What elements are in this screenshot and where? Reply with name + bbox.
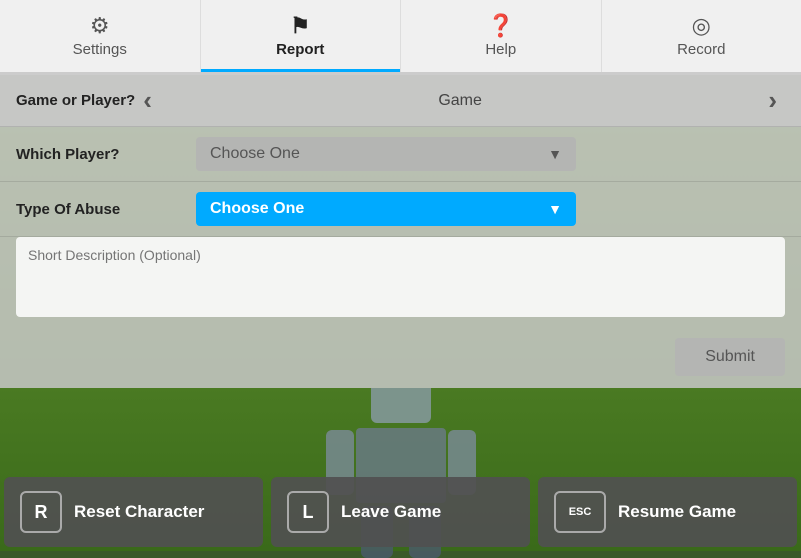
report-label: Report bbox=[276, 41, 324, 58]
help-label: Help bbox=[485, 41, 516, 58]
leave-key-label: L bbox=[303, 502, 314, 523]
bottom-bar: R Reset Character L Leave Game ESC Resum… bbox=[0, 473, 801, 551]
type-of-abuse-control: Choose One ▼ bbox=[196, 192, 785, 226]
game-or-player-row: Game or Player? ‹ Game › bbox=[0, 75, 801, 127]
which-player-label: Which Player? bbox=[16, 146, 196, 163]
resume-key-badge: ESC bbox=[554, 491, 606, 533]
type-of-abuse-row: Type Of Abuse Choose One ▼ bbox=[0, 182, 801, 237]
which-player-control: Choose One ▼ bbox=[196, 137, 785, 171]
reset-key-badge: R bbox=[20, 491, 62, 533]
help-icon: ❓ bbox=[487, 15, 514, 37]
which-player-row: Which Player? Choose One ▼ bbox=[0, 127, 801, 182]
flag-icon: ⚑ bbox=[290, 15, 310, 37]
game-player-selector: ‹ Game › bbox=[135, 85, 785, 116]
reset-character-label: Reset Character bbox=[74, 502, 204, 522]
settings-label: Settings bbox=[73, 41, 127, 58]
record-icon: ◎ bbox=[692, 15, 711, 37]
type-of-abuse-label: Type Of Abuse bbox=[16, 201, 196, 218]
resume-game-button[interactable]: ESC Resume Game bbox=[538, 477, 797, 547]
topbar-item-report[interactable]: ⚑ Report bbox=[201, 0, 402, 72]
type-of-abuse-dropdown-label: Choose One bbox=[210, 200, 304, 218]
submit-wrap: Submit bbox=[0, 332, 801, 388]
topbar-item-record[interactable]: ◎ Record bbox=[602, 0, 801, 72]
type-of-abuse-dropdown[interactable]: Choose One ▼ bbox=[196, 192, 576, 226]
topbar-item-settings[interactable]: ⚙ Settings bbox=[0, 0, 201, 72]
submit-label: Submit bbox=[705, 348, 755, 365]
resume-key-label: ESC bbox=[569, 506, 592, 518]
leave-game-label: Leave Game bbox=[341, 502, 441, 522]
dropdown-arrow-icon: ▼ bbox=[548, 146, 562, 162]
gear-icon: ⚙ bbox=[90, 15, 110, 37]
leave-game-button[interactable]: L Leave Game bbox=[271, 477, 530, 547]
resume-game-label: Resume Game bbox=[618, 502, 736, 522]
topbar: ⚙ Settings ⚑ Report ❓ Help ◎ Record bbox=[0, 0, 801, 75]
prev-arrow-button[interactable]: ‹ bbox=[135, 85, 160, 116]
submit-button[interactable]: Submit bbox=[675, 338, 785, 376]
topbar-item-help[interactable]: ❓ Help bbox=[401, 0, 602, 72]
leave-key-badge: L bbox=[287, 491, 329, 533]
next-arrow-button[interactable]: › bbox=[760, 85, 785, 116]
type-abuse-dropdown-arrow-icon: ▼ bbox=[548, 201, 562, 217]
description-textarea[interactable] bbox=[16, 237, 785, 317]
report-panel: Game or Player? ‹ Game › Which Player? C… bbox=[0, 75, 801, 388]
which-player-dropdown-label: Choose One bbox=[210, 145, 300, 163]
game-value: Game bbox=[160, 92, 760, 110]
reset-character-button[interactable]: R Reset Character bbox=[4, 477, 263, 547]
record-label: Record bbox=[677, 41, 725, 58]
which-player-dropdown[interactable]: Choose One ▼ bbox=[196, 137, 576, 171]
reset-key-label: R bbox=[35, 502, 48, 523]
game-or-player-label: Game or Player? bbox=[16, 92, 135, 109]
